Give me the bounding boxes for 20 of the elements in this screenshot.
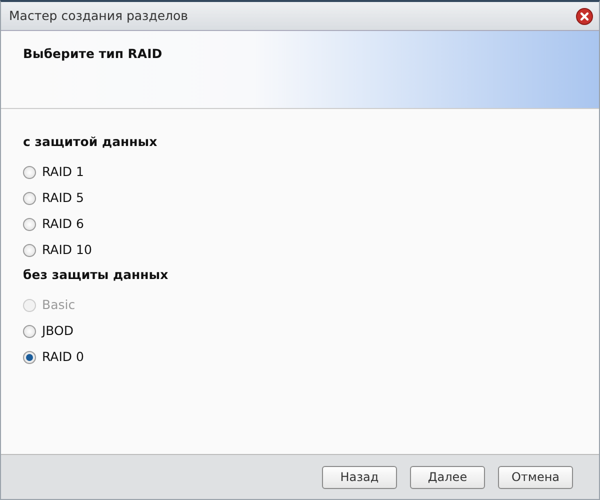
radio-button[interactable] (23, 244, 36, 258)
option-label[interactable]: JBOD (42, 322, 74, 341)
window-title: Мастер создания разделов (9, 6, 188, 25)
section-heading: без защиты данных (23, 266, 170, 284)
option-label[interactable]: RAID 5 (42, 189, 84, 208)
radio-button[interactable] (23, 192, 36, 206)
radio-button[interactable] (23, 325, 36, 338)
option-label[interactable]: RAID 1 (42, 163, 84, 182)
option-label[interactable]: RAID 0 (42, 348, 84, 367)
radio-button[interactable] (23, 218, 36, 232)
radio-button[interactable] (23, 351, 36, 364)
wizard-button[interactable]: Отмена (498, 466, 573, 488)
wizard-button[interactable]: Назад (322, 466, 397, 488)
wizard-button[interactable]: Далее (410, 466, 485, 488)
close-icon[interactable] (576, 8, 593, 24)
option-label[interactable]: RAID 6 (42, 215, 84, 234)
section-heading: с защитой данных (23, 133, 158, 151)
radio-button[interactable] (23, 166, 36, 180)
step-title: Выберите тип RAID (23, 45, 164, 63)
option-label[interactable]: RAID 10 (42, 241, 92, 260)
